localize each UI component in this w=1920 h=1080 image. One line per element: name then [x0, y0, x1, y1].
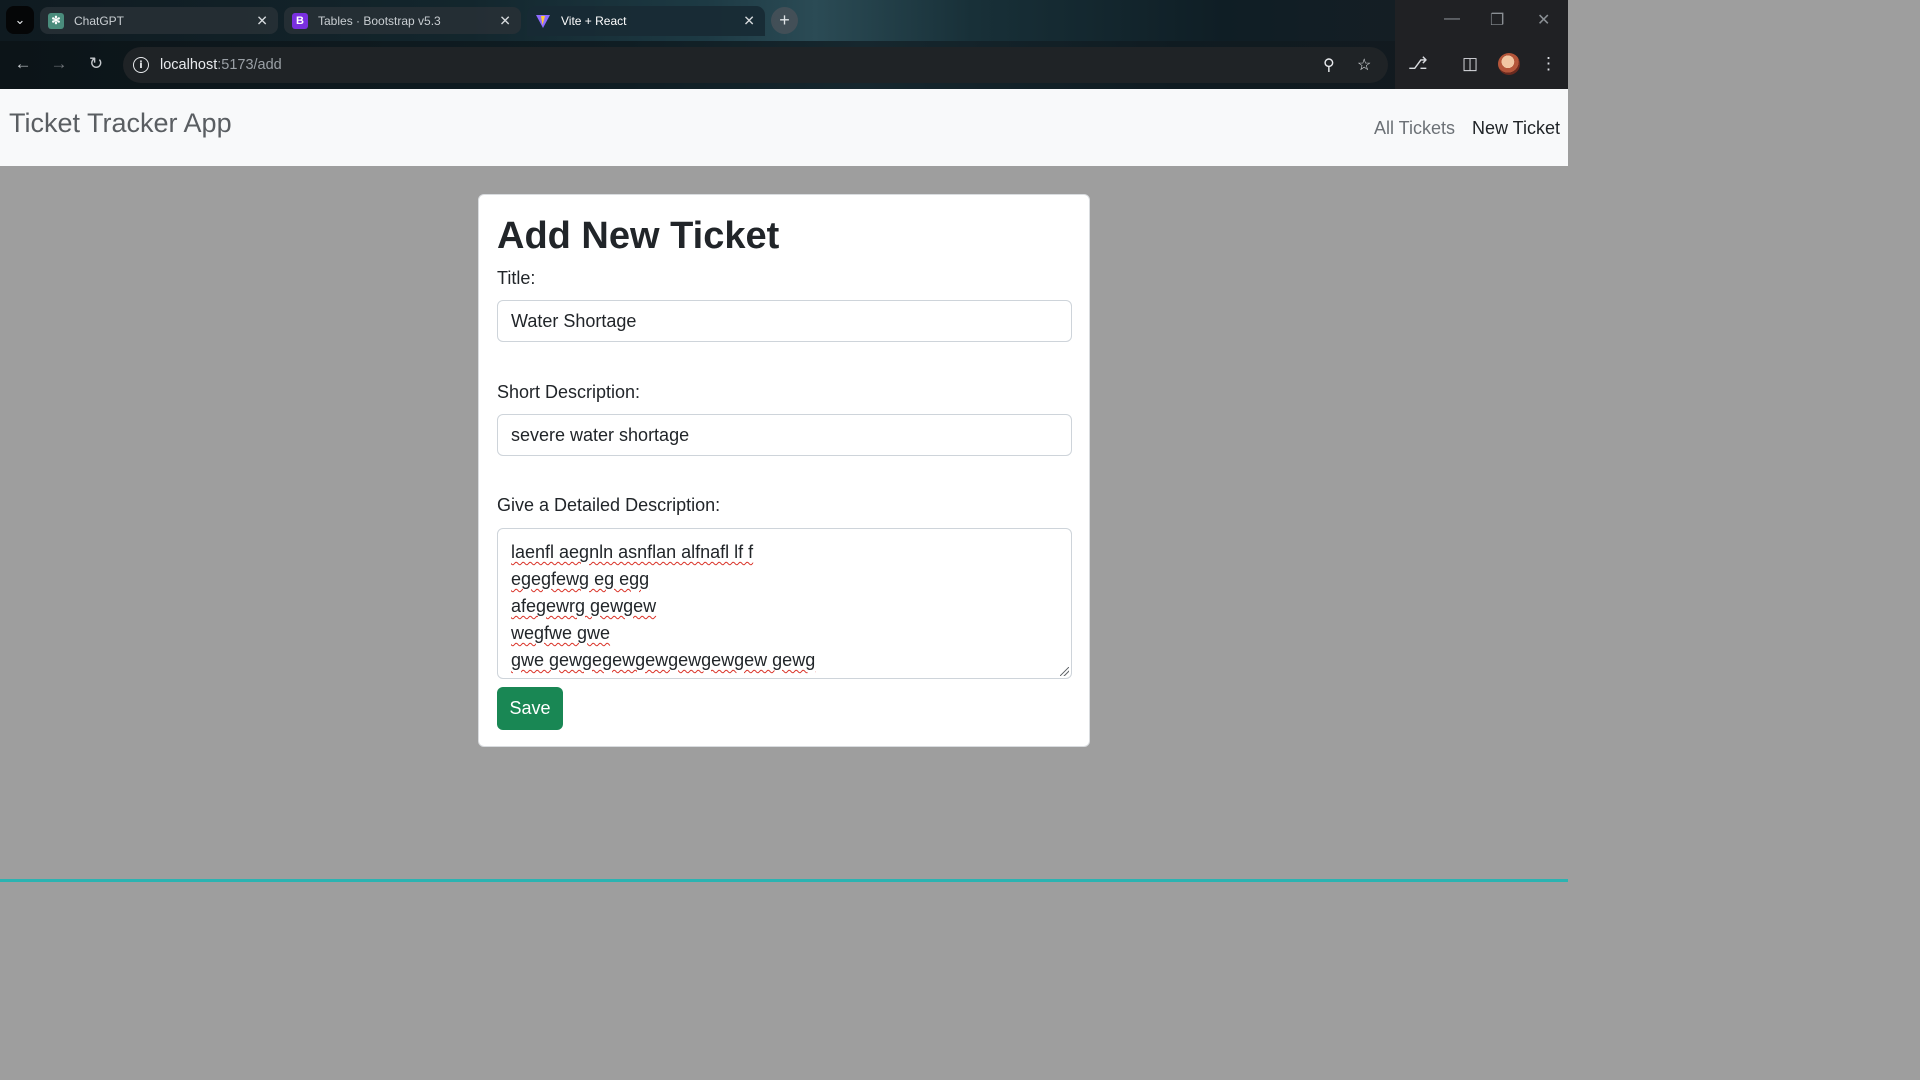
url-host: localhost: [160, 57, 218, 73]
textarea-line: afegewrg gewgew: [511, 596, 657, 616]
window-bottom-edge: [0, 879, 1568, 882]
title-label: Title:: [497, 268, 536, 288]
reload-icon[interactable]: ↻: [85, 54, 107, 74]
zoom-icon[interactable]: ⚲: [1323, 55, 1335, 75]
browser-tabstrip: ⌄ ✻ ChatGPT ✕ B Tables · Bootstrap v5.3 …: [0, 0, 1568, 41]
textarea-line: egegfewg eg egg: [511, 569, 650, 589]
app-navbar: Ticket Tracker App All Tickets New Ticke…: [0, 89, 1568, 166]
tab-title: Vite + React: [561, 14, 627, 28]
restore-icon[interactable]: ❐: [1490, 10, 1504, 30]
close-icon[interactable]: ✕: [743, 13, 755, 30]
close-icon[interactable]: ✕: [499, 12, 511, 29]
detailed-description-textarea[interactable]: laenfl aegnln asnflan alfnafl lf f egegf…: [497, 528, 1072, 679]
nav-all-tickets[interactable]: All Tickets: [1374, 118, 1455, 139]
textarea-line: gwe gewgegewgewgewgewgew gewg: [511, 650, 816, 670]
address-bar[interactable]: i localhost:5173/add ⚲ ☆: [123, 47, 1388, 83]
nav-new-ticket[interactable]: New Ticket: [1472, 118, 1560, 139]
chatgpt-icon: ✻: [48, 12, 64, 29]
short-description-label: Short Description:: [497, 382, 641, 402]
app-brand[interactable]: Ticket Tracker App: [9, 108, 232, 139]
minimize-icon[interactable]: —: [1444, 10, 1460, 28]
close-icon[interactable]: ✕: [256, 12, 268, 29]
url-path: :5173/add: [217, 57, 282, 73]
vite-icon: [535, 13, 551, 29]
textarea-line: wegfwe gwe: [511, 623, 611, 643]
short-description-input[interactable]: severe water shortage: [497, 414, 1072, 456]
site-info-icon[interactable]: i: [133, 57, 149, 73]
tab-title: Tables · Bootstrap v5.3: [318, 13, 441, 28]
tab-chatgpt[interactable]: ✻ ChatGPT ✕: [40, 7, 278, 34]
side-panel-icon[interactable]: ◫: [1462, 54, 1478, 74]
tab-bootstrap[interactable]: B Tables · Bootstrap v5.3 ✕: [284, 7, 521, 34]
detailed-description-label: Give a Detailed Description:: [497, 495, 721, 515]
more-menu-icon[interactable]: ⋮: [1540, 54, 1557, 74]
resize-handle-icon[interactable]: [1060, 667, 1069, 676]
tab-title: ChatGPT: [74, 13, 125, 28]
extensions-icon[interactable]: ⎇: [1408, 54, 1428, 74]
back-icon[interactable]: ←: [12, 54, 34, 74]
new-ticket-card: Add New Ticket Title: Water Shortage Sho…: [478, 194, 1090, 747]
bootstrap-icon: B: [292, 12, 308, 29]
title-input[interactable]: Water Shortage: [497, 300, 1072, 342]
save-button[interactable]: Save: [497, 687, 563, 730]
browser-toolbar: ← → ↻ i localhost:5173/add ⚲ ☆: [0, 41, 1568, 89]
tab-vite-react[interactable]: Vite + React ✕: [527, 6, 765, 36]
textarea-line: laenfl aegnln asnflan alfnafl lf f: [511, 542, 754, 562]
forward-icon[interactable]: →: [48, 54, 70, 74]
close-window-icon[interactable]: ✕: [1537, 10, 1550, 30]
tab-search-chevron-icon[interactable]: ⌄: [6, 6, 34, 34]
page-title: Add New Ticket: [497, 215, 780, 257]
profile-avatar[interactable]: [1498, 53, 1520, 75]
new-tab-button[interactable]: +: [771, 7, 798, 34]
bookmark-star-icon[interactable]: ☆: [1357, 55, 1371, 75]
url-text[interactable]: localhost:5173/add: [160, 57, 282, 73]
